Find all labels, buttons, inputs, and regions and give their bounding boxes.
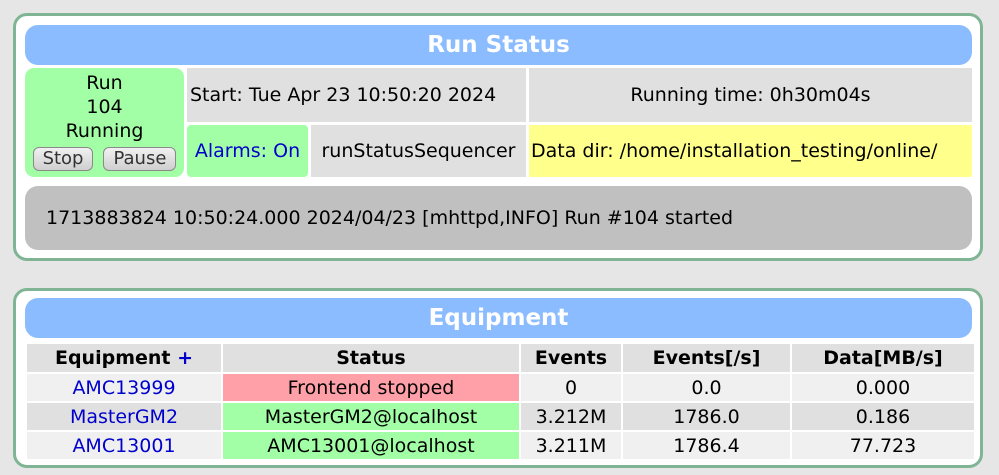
data-dir: Data dir: /home/installation_testing/onl…: [529, 125, 972, 177]
equipment-link[interactable]: AMC13001: [72, 435, 175, 457]
col-status: Status: [223, 344, 519, 372]
equipment-panel: Equipment Equipment + Status Events Even…: [13, 288, 983, 468]
equipment-events: 3.211M: [521, 432, 621, 459]
message-bar: 1713883824 10:50:24.000 2024/04/23 [mhtt…: [25, 186, 972, 250]
equipment-link[interactable]: MasterGM2: [70, 406, 178, 428]
equipment-events: 0: [521, 374, 621, 401]
equipment-rate: 1786.0: [623, 403, 790, 430]
col-events-rate: Events[/s]: [623, 344, 790, 372]
equipment-data: 77.723: [792, 432, 974, 459]
run-status-header: Run Status: [25, 25, 972, 65]
equipment-status: AMC13001@localhost: [223, 432, 519, 459]
run-number: 104: [86, 96, 123, 118]
equipment-rate: 0.0: [623, 374, 790, 401]
stop-button[interactable]: Stop: [32, 147, 94, 171]
equipment-data: 0.186: [792, 403, 974, 430]
equipment-status: Frontend stopped: [223, 374, 519, 401]
equipment-events: 3.212M: [521, 403, 621, 430]
col-data-rate: Data[MB/s]: [792, 344, 974, 372]
table-row: AMC13999 Frontend stopped 0 0.0 0.000: [27, 374, 974, 401]
equipment-data: 0.000: [792, 374, 974, 401]
equipment-rate: 1786.4: [623, 432, 790, 459]
alarms-status[interactable]: Alarms: On: [187, 125, 308, 177]
col-events: Events: [521, 344, 621, 372]
col-equipment: Equipment +: [27, 344, 221, 372]
run-state-box: Run 104 Running Stop Pause: [25, 68, 184, 177]
run-state: Running: [65, 120, 144, 142]
run-status-panel: Run Status Run 104 Running Stop Pause Sta…: [13, 13, 983, 261]
sequencer-status: runStatusSequencer: [311, 125, 526, 177]
start-time: Start: Tue Apr 23 10:50:20 2024: [187, 68, 526, 122]
equipment-status: MasterGM2@localhost: [223, 403, 519, 430]
pause-button[interactable]: Pause: [103, 147, 177, 171]
equipment-link[interactable]: AMC13999: [72, 377, 175, 399]
run-label: Run: [86, 72, 123, 94]
table-row: AMC13001 AMC13001@localhost 3.211M 1786.…: [27, 432, 974, 459]
equipment-table: Equipment + Status Events Events[/s] Dat…: [25, 342, 976, 461]
add-equipment-icon[interactable]: +: [177, 347, 193, 369]
running-time: Running time: 0h30m04s: [529, 68, 972, 122]
equipment-header: Equipment: [25, 298, 972, 338]
table-row: MasterGM2 MasterGM2@localhost 3.212M 178…: [27, 403, 974, 430]
